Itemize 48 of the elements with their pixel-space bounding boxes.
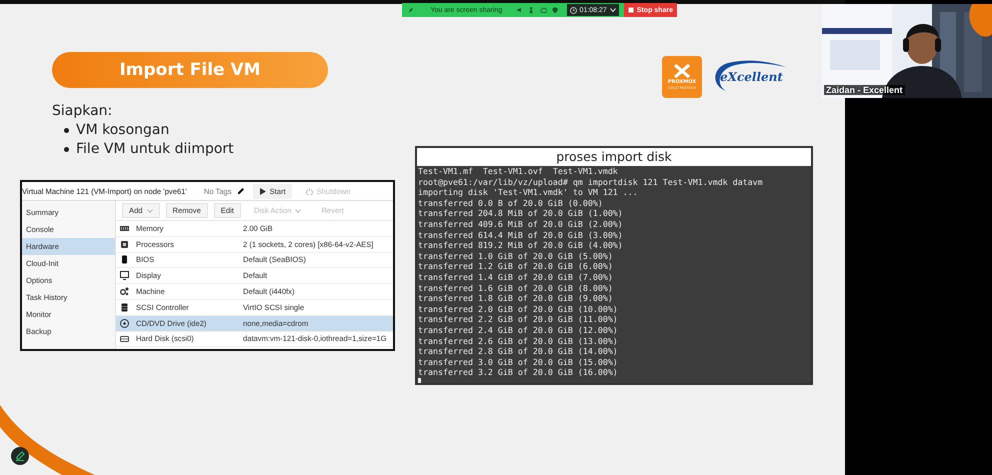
grip-icon[interactable] — [408, 6, 414, 14]
bullet-dot — [64, 146, 69, 152]
terminal-line: transferred 1.8 GiB of 20.0 GiB (9.00%) — [418, 293, 614, 304]
terminal-line: transferred 204.8 MiB of 20.0 GiB (1.00%) — [418, 208, 624, 219]
monitor-icon — [120, 271, 129, 280]
terminal-line: importing disk 'Test-VM1.vmdk' to VM 121 ... — [418, 187, 639, 198]
terminal-line: transferred 2.0 GiB of 20.0 GiB (10.00%) — [418, 304, 619, 314]
terminal-line: transferred 2.4 GiB of 20.0 GiB (12.00%) — [418, 324, 619, 336]
pencil-icon[interactable] — [236, 187, 245, 195]
memory-icon — [120, 224, 129, 233]
terminal-line: transferred 0.0 B of 20.0 GiB (0.00%) — [418, 198, 604, 208]
terminal-title: proses import disk — [417, 148, 811, 166]
terminal-line: transferred 1.0 GiB of 20.0 GiB (5.00%) — [418, 250, 614, 262]
terminal-line: transferred 614.4 MiB of 20.0 GiB (3.00%) — [418, 230, 624, 240]
terminal-line: root@pve61:/var/lib/vz/upload# qm importdisk 121 Test-VM1.vmdk datavm — [418, 176, 764, 188]
terminal-line: transferred 3.2 GiB of 20.0 GiB (16.00%) — [418, 367, 619, 378]
storage-icon — [120, 302, 129, 312]
stop-icon — [628, 7, 634, 13]
terminal-line: transferred 819.2 MiB of 20.0 GiB (4.00%) — [418, 240, 624, 251]
terminal-line: transferred 3.0 GiB of 20.0 GiB (15.00%) — [418, 356, 619, 368]
bullet-text: VM kosongan — [76, 122, 170, 138]
play-icon — [258, 188, 266, 194]
shield-icon[interactable] — [552, 6, 559, 14]
terminal-line: transferred 1.2 GiB of 20.0 GiB (6.00%) — [418, 261, 614, 272]
power-icon — [306, 188, 313, 194]
intro-text: Siapkan: — [52, 103, 114, 119]
terminal-line: transferred 2.6 GiB of 20.0 GiB (13.00%) — [418, 336, 619, 346]
slide-title: Import File VM — [52, 52, 328, 88]
participant-name: Zaidan - Excellent — [824, 85, 905, 95]
terminal-line: transferred 2.2 GiB of 20.0 GiB (11.00%) — [418, 314, 619, 325]
pencil-button[interactable] — [11, 447, 29, 465]
terminal-line: transferred 2.8 GiB of 20.0 GiB (14.00%) — [418, 346, 619, 357]
terminal-line: transferred 1.6 GiB of 20.0 GiB (8.00%) — [418, 282, 614, 294]
x-mark-icon — [674, 64, 690, 78]
pencil-icon — [15, 451, 25, 461]
bullet-text: File VM untuk diimport — [76, 141, 234, 157]
chevron-icon — [610, 8, 616, 12]
logo-text: eXcellent — [720, 70, 783, 84]
person-icon[interactable] — [528, 6, 535, 14]
terminal-line: transferred 1.4 GiB of 20.0 GiB (7.00%) — [418, 272, 614, 283]
terminal-line: transferred 409.6 MiB of 20.0 GiB (2.00%) — [418, 218, 624, 230]
terminal-line: Test-VM1.mf Test-VM1.ovf Test-VM1.vmdk — [418, 166, 619, 177]
clock-icon — [570, 6, 577, 14]
gears-icon — [120, 287, 129, 296]
bullet-dot — [64, 128, 69, 132]
cloud-icon[interactable] — [540, 6, 548, 14]
speaker-icon[interactable] — [517, 6, 524, 14]
disc-icon — [120, 318, 129, 328]
